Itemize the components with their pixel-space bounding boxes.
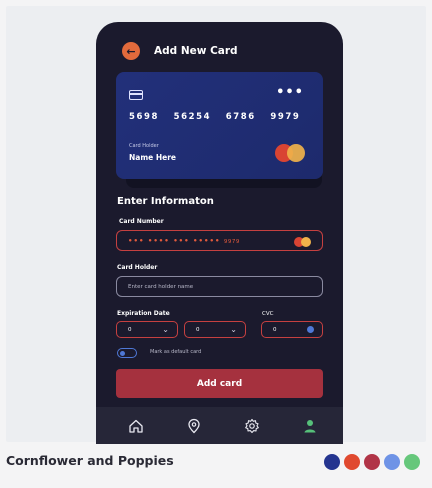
expiration-month-select[interactable]: 0 ⌄ <box>116 321 178 338</box>
card-holder-caption: Card Holder <box>129 143 159 149</box>
add-card-button[interactable]: Add card <box>116 369 323 398</box>
page-title: Add New Card <box>154 45 238 57</box>
chevron-down-icon: ⌄ <box>230 324 237 334</box>
mastercard-icon <box>294 237 312 247</box>
expiration-date-label: Expiration Date <box>117 310 170 317</box>
cvc-value: 0 <box>273 326 277 333</box>
phone-screen: ← Add New Card ••• 5698 56254 6786 9979 … <box>96 22 343 444</box>
info-icon <box>307 326 314 333</box>
credit-card-preview: ••• 5698 56254 6786 9979 Card Holder Nam… <box>116 72 323 179</box>
cvc-label: CVC <box>262 311 274 317</box>
card-number-value: ••• •••• ••• ••••• 9979 <box>128 236 240 245</box>
palette-swatch <box>344 454 360 470</box>
chevron-down-icon: ⌄ <box>162 324 169 334</box>
card-number-group: 9979 <box>270 112 301 122</box>
back-button[interactable]: ← <box>122 42 140 60</box>
default-card-toggle[interactable] <box>117 348 137 358</box>
settings-icon[interactable] <box>244 418 260 434</box>
card-holder-label: Card Holder <box>117 264 158 271</box>
expiration-month-value: 0 <box>128 326 132 333</box>
card-number-input[interactable]: ••• •••• ••• ••••• 9979 <box>116 230 323 251</box>
section-title: Enter Informaton <box>117 196 214 207</box>
expiration-year-value: 0 <box>196 326 200 333</box>
card-holder-name: Name Here <box>129 153 176 162</box>
location-icon[interactable] <box>186 418 202 434</box>
palette-swatch <box>324 454 340 470</box>
bottom-nav <box>96 407 343 444</box>
expiration-year-select[interactable]: 0 ⌄ <box>184 321 246 338</box>
card-number-display: 5698 56254 6786 9979 <box>129 112 310 122</box>
color-palette <box>324 454 424 470</box>
arrow-left-icon: ← <box>126 44 136 58</box>
card-number-group: 6786 <box>225 112 256 122</box>
palette-swatch <box>384 454 400 470</box>
palette-title: Cornflower and Poppies <box>6 453 174 468</box>
home-icon[interactable] <box>128 418 144 434</box>
card-icon <box>129 90 143 100</box>
more-icon[interactable]: ••• <box>276 85 304 100</box>
cvc-input[interactable]: 0 <box>261 321 323 338</box>
card-number-group: 5698 <box>129 112 160 122</box>
header: ← Add New Card <box>122 42 238 60</box>
palette-swatch <box>404 454 420 470</box>
mastercard-logo-icon <box>275 144 305 162</box>
profile-icon[interactable] <box>302 418 318 434</box>
default-card-label: Mark as default card <box>150 349 202 355</box>
card-number-label: Card Number <box>119 218 164 225</box>
card-holder-input[interactable]: Enter card holder name <box>116 276 323 297</box>
palette-swatch <box>364 454 380 470</box>
card-number-group: 56254 <box>173 112 212 122</box>
